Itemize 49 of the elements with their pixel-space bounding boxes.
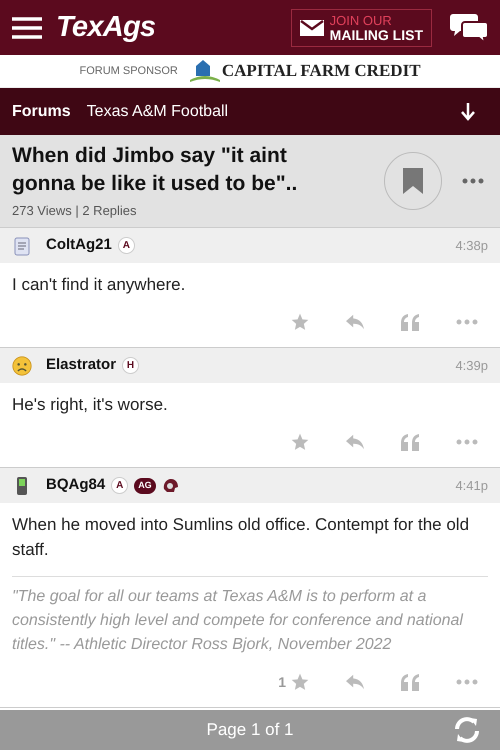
sponsor-name[interactable]: CAPITAL FARM CREDIT [222,58,421,84]
user-badge: H [122,357,140,374]
thread-stats: 273 Views | 2 Replies [12,202,138,220]
bookmark-button[interactable] [384,152,442,210]
username[interactable]: ColtAg21 [46,234,112,257]
page-indicator: Page 1 of 1 [206,719,294,742]
sponsor-label: FORUM SPONSOR [79,64,178,79]
envelope-icon [300,20,324,36]
down-arrow-icon[interactable] [460,102,476,120]
sad-face-icon [12,354,32,378]
user-badge: AG [134,478,156,494]
post-body: When he moved into Sumlins old office. Contempt for the old staff. [12,514,470,561]
quote-icon[interactable] [400,313,420,331]
breadcrumb-link[interactable]: Forums [12,100,71,124]
thread-title: When did Jimbo say "it aint gonna be like it used to be".. [12,142,298,197]
notepad-icon [14,236,30,256]
user-badge: A [111,477,128,494]
bookmark-icon[interactable] [403,168,423,194]
mailing-list-button[interactable]: JOIN OUR MAILING LIST [290,8,432,46]
helmet-icon [162,478,179,494]
star-icon[interactable] [290,312,310,332]
more-icon[interactable] [462,178,484,184]
more-icon[interactable] [456,319,478,325]
username[interactable]: BQAg84 [46,474,106,497]
menu-icon[interactable] [12,16,42,38]
post-body: I can't find it anywhere. [12,274,186,296]
post-signature: "The goal for all our teams at Texas A&M is to perform at a consistently high level and compete for conference and national titles." -- Athletic Director Ross Bjork, November 2022 [12,587,464,655]
post-time: 4:38p [455,236,488,255]
more-icon[interactable] [456,679,478,685]
post-time: 4:41p [455,476,488,495]
quote-icon[interactable] [400,673,420,691]
post-time: 4:39p [455,356,488,375]
refresh-icon[interactable] [452,716,482,744]
phone-icon [16,476,28,496]
reply-icon[interactable] [344,433,366,451]
username[interactable]: Elastrator [46,354,116,377]
star-icon[interactable] [290,432,310,452]
reply-icon[interactable] [344,313,366,331]
quote-icon[interactable] [400,433,420,451]
site-logo[interactable]: TexAgs [56,6,156,50]
more-icon[interactable] [456,439,478,445]
star-icon[interactable] [290,672,310,692]
user-badge: A [118,237,135,254]
post-body: He's right, it's worse. [12,394,169,416]
breadcrumb-link[interactable]: Texas A&M Football [86,100,228,124]
reply-icon[interactable] [344,673,366,691]
star-count: 1 [278,672,286,692]
chat-icon[interactable] [450,12,488,44]
barn-logo-icon [190,58,220,84]
